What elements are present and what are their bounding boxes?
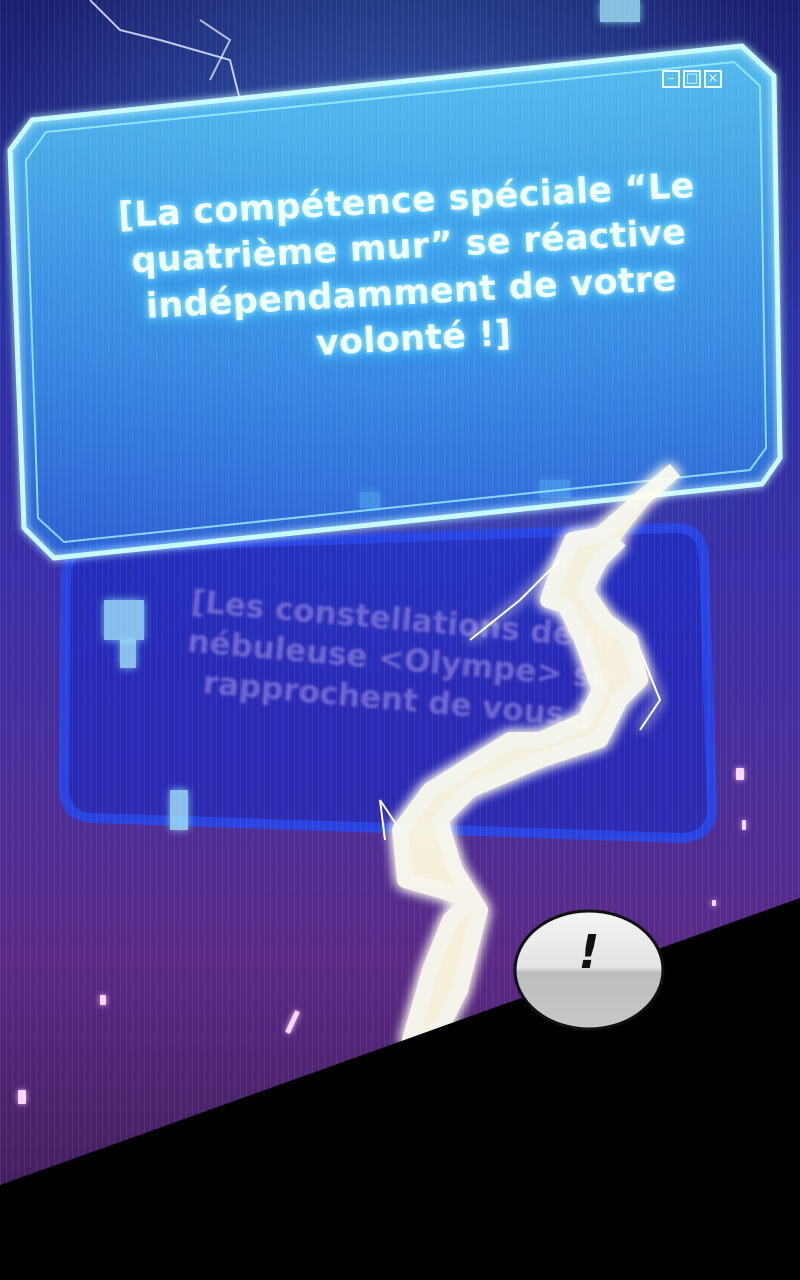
speech-bubble-text: ! xyxy=(578,925,600,979)
manga-panel: [Les constellations de la nébuleuse <Oly… xyxy=(0,0,800,1280)
foreground-shadow xyxy=(0,898,800,1280)
